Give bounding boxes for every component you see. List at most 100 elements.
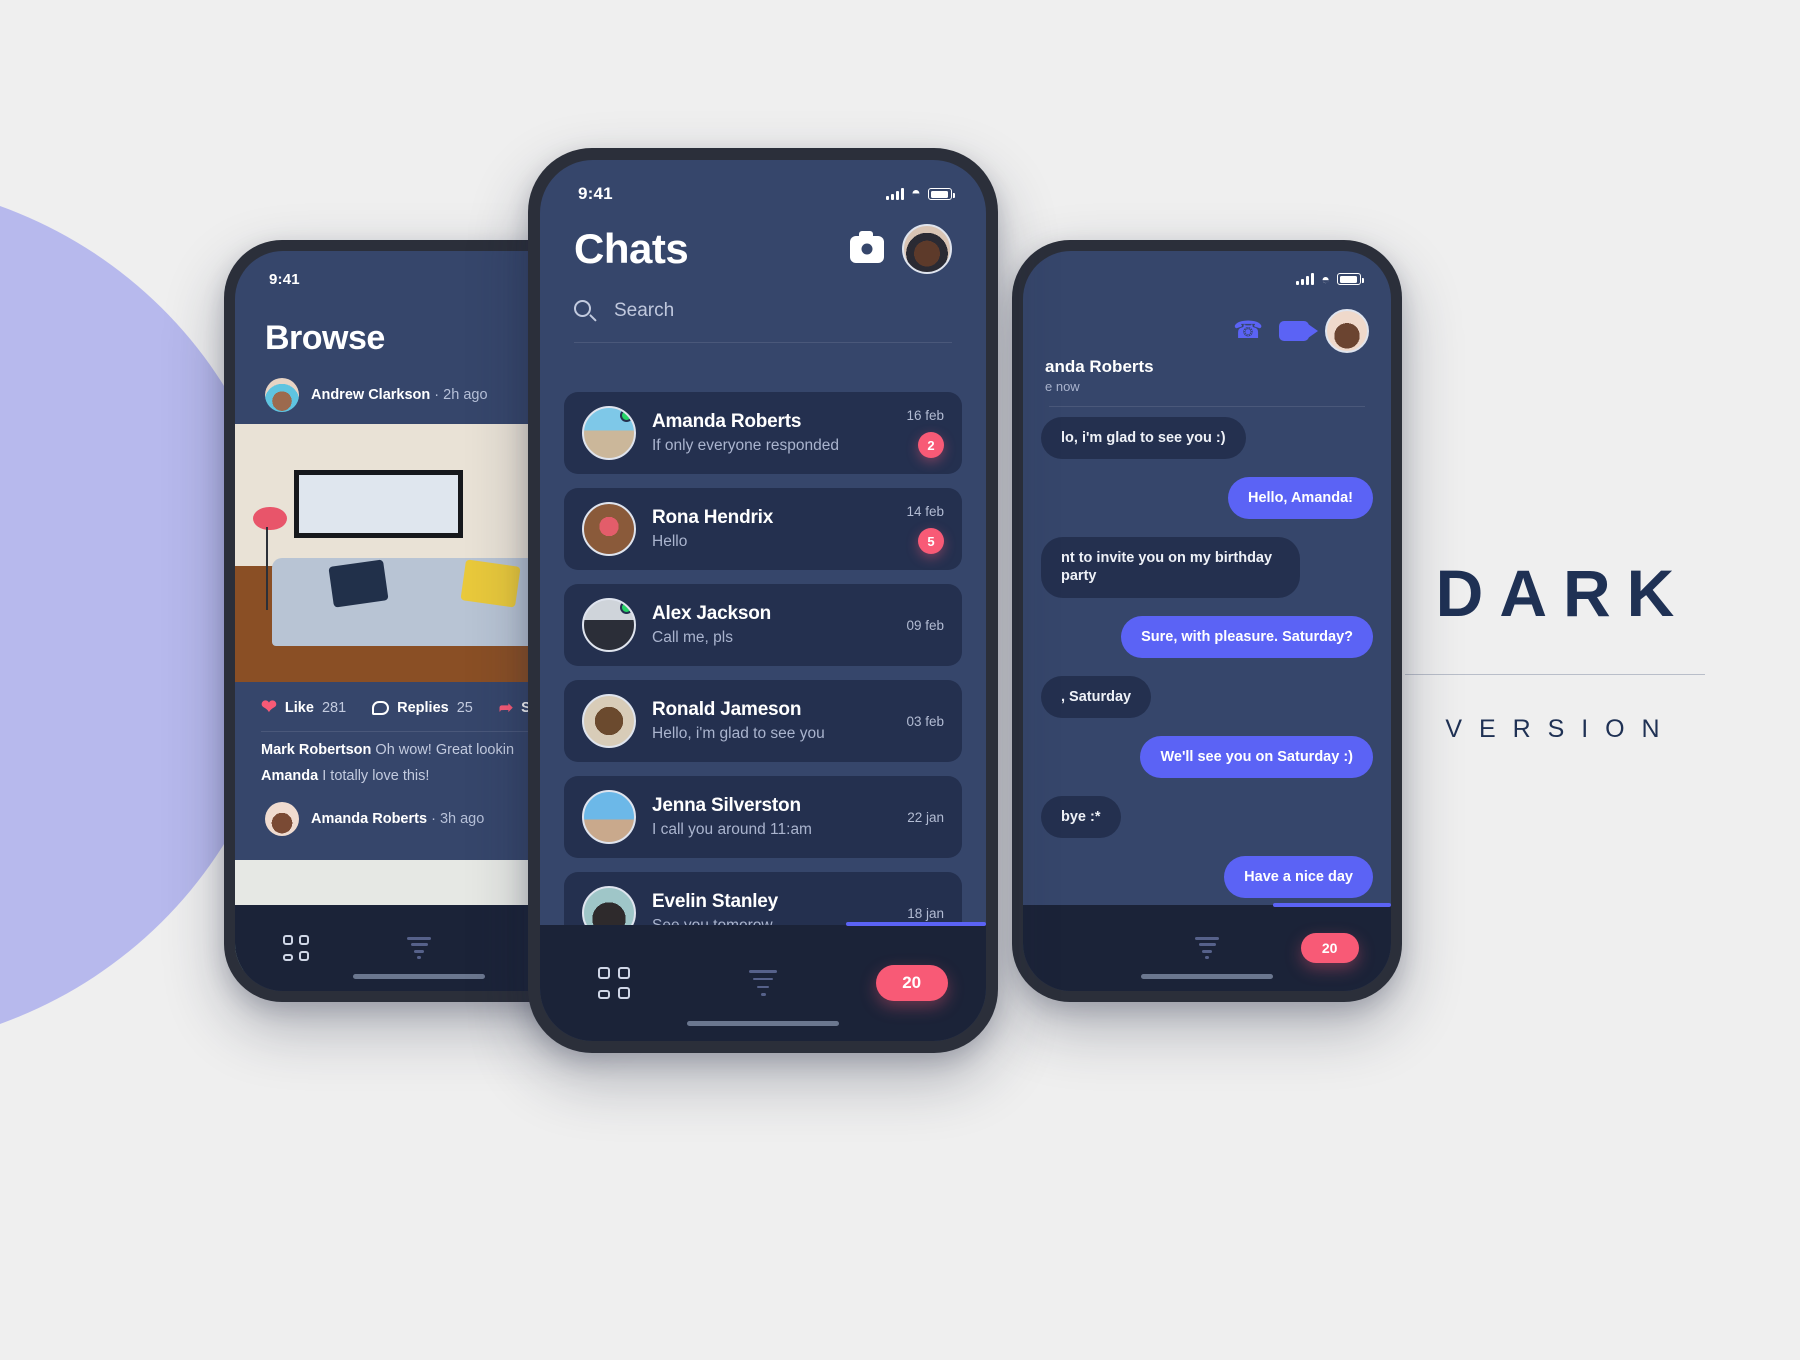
message-bubble: Sure, with pleasure. Saturday?: [1121, 615, 1373, 658]
message-preview: If only everyone responded: [652, 437, 839, 454]
list-item-meta: 14 feb 5: [896, 504, 944, 554]
phone-chats: 9:41 ◓ Chats Search Amanda Roberts If on…: [528, 148, 998, 1053]
list-item[interactable]: Evelin Stanley See you tomorow 18 jan: [564, 872, 962, 925]
message-list: lo, i'm glad to see you :) Hello, Amanda…: [1023, 407, 1391, 908]
video-camera-icon[interactable]: [1279, 321, 1318, 341]
like-label: Like: [284, 699, 314, 716]
tab-filter[interactable]: [358, 937, 481, 959]
brand-subtitle: V E R S I O N: [1445, 715, 1665, 743]
contact-name: Jenna Silverston: [652, 795, 801, 816]
chats-screen: 9:41 ◓ Chats Search Amanda Roberts If on…: [540, 160, 986, 1041]
replies-button[interactable]: Replies 25: [372, 700, 473, 716]
battery-icon: [928, 188, 955, 200]
like-button[interactable]: ❤ Like 281: [261, 698, 346, 717]
tab-grid[interactable]: [235, 935, 358, 961]
comment-text: Oh wow! Great lookin: [375, 742, 515, 758]
contact-name: Evelin Stanley: [652, 891, 779, 912]
list-item[interactable]: Jenna Silverston I call you around 11:am…: [564, 776, 962, 858]
search-bar[interactable]: Search: [540, 274, 986, 342]
home-indicator: [687, 1021, 839, 1026]
tab-count[interactable]: 20: [1268, 933, 1391, 963]
message-preview: Hello, i'm glad to see you: [652, 725, 825, 742]
avatar: [582, 406, 636, 460]
brand-title: DARK: [1435, 556, 1691, 630]
post-author-name: Amanda Roberts: [311, 811, 428, 827]
list-item[interactable]: Alex Jackson Call me, pls 09 feb: [564, 584, 962, 666]
list-item[interactable]: Rona Hendrix Hello 14 feb 5: [564, 488, 962, 570]
message-bubble: bye :*: [1041, 795, 1121, 838]
list-item[interactable]: Ronald Jameson Hello, i'm glad to see yo…: [564, 680, 962, 762]
message-date: 18 jan: [907, 905, 944, 921]
count-pill: 20: [1300, 933, 1359, 963]
contact-status: e now: [1045, 379, 1080, 394]
phone-icon[interactable]: ☎: [1233, 319, 1263, 343]
post-separator: ·: [434, 387, 440, 403]
message-date: 14 feb: [906, 504, 944, 519]
avatar: [582, 502, 636, 556]
contact-name: Ronald Jameson: [652, 699, 802, 720]
contact-name: Rona Hendrix: [652, 507, 774, 528]
search-input[interactable]: Search: [614, 300, 674, 322]
branding: DARK V E R S I O N: [1405, 560, 1705, 742]
message-bubble: Have a nice day: [1224, 856, 1373, 899]
contact-name: Alex Jackson: [652, 603, 772, 624]
progress-line: [846, 922, 986, 926]
message-preview: Call me, pls: [652, 629, 733, 646]
list-item[interactable]: Amanda Roberts If only everyone responde…: [564, 392, 962, 474]
chat-list[interactable]: Amanda Roberts If only everyone responde…: [540, 392, 986, 925]
message-date: 03 feb: [906, 713, 944, 729]
avatar: [582, 598, 636, 652]
list-item-meta: 03 feb: [896, 714, 944, 729]
canvas: 9:41 Browse Andrew Clarkson · 2h ago ❤ L…: [0, 0, 1800, 1360]
filter-icon: [1194, 937, 1220, 959]
post-author: Amanda Roberts · 3h ago: [311, 811, 484, 827]
status-time: 9:41: [578, 184, 613, 203]
tab-grid[interactable]: [540, 967, 689, 999]
post-author: Andrew Clarkson · 2h ago: [311, 387, 488, 403]
page-title-chats: Chats: [574, 225, 689, 272]
comment-bubble-icon: [372, 700, 390, 715]
list-item-meta: 22 jan: [897, 810, 944, 825]
list-item-text: Ronald Jameson Hello, i'm glad to see yo…: [636, 699, 896, 743]
like-count: 281: [321, 699, 347, 716]
filter-icon: [748, 970, 778, 996]
avatar: [582, 790, 636, 844]
online-dot: [620, 601, 633, 614]
conversation-actions: ☎: [1023, 297, 1391, 353]
camera-icon[interactable]: [850, 230, 884, 263]
message-bubble: lo, i'm glad to see you :): [1041, 417, 1246, 460]
message-preview: Hello: [652, 533, 688, 550]
heart-icon: ❤: [261, 697, 277, 718]
list-item-text: Rona Hendrix Hello: [636, 507, 896, 551]
contact-avatar[interactable]: [1325, 309, 1369, 353]
list-item-meta: 18 jan: [897, 906, 944, 921]
contact-name: anda Roberts: [1045, 357, 1154, 376]
status-bar-right: ◓: [1023, 251, 1391, 297]
chats-header: Chats: [540, 214, 986, 274]
tab-filter[interactable]: [689, 970, 838, 996]
replies-label: Replies: [397, 699, 449, 716]
comment-author: Amanda: [261, 768, 319, 784]
wifi-icon: ◓: [911, 185, 921, 202]
list-item-text: Alex Jackson Call me, pls: [636, 603, 896, 647]
tab-count[interactable]: 20: [837, 965, 986, 1001]
share-icon: ➦: [498, 698, 514, 717]
home-indicator: [1141, 974, 1273, 979]
post-time: 2h ago: [443, 387, 488, 403]
brand-divider: [1405, 674, 1705, 675]
header-actions: [850, 224, 952, 274]
filter-icon: [406, 937, 432, 959]
wifi-icon: ◓: [1321, 271, 1330, 287]
online-dot: [620, 409, 633, 422]
post-separator: ·: [431, 811, 436, 827]
tab-filter[interactable]: [1146, 937, 1269, 959]
avatar: [265, 378, 299, 412]
divider: [574, 342, 952, 343]
avatar: [265, 802, 299, 836]
message-preview: I call you around 11:am: [652, 821, 812, 838]
count-pill: 20: [875, 965, 948, 1001]
status-icons: ◓: [886, 185, 955, 202]
profile-avatar[interactable]: [902, 224, 952, 274]
replies-count: 25: [456, 699, 473, 716]
avatar: [582, 886, 636, 925]
